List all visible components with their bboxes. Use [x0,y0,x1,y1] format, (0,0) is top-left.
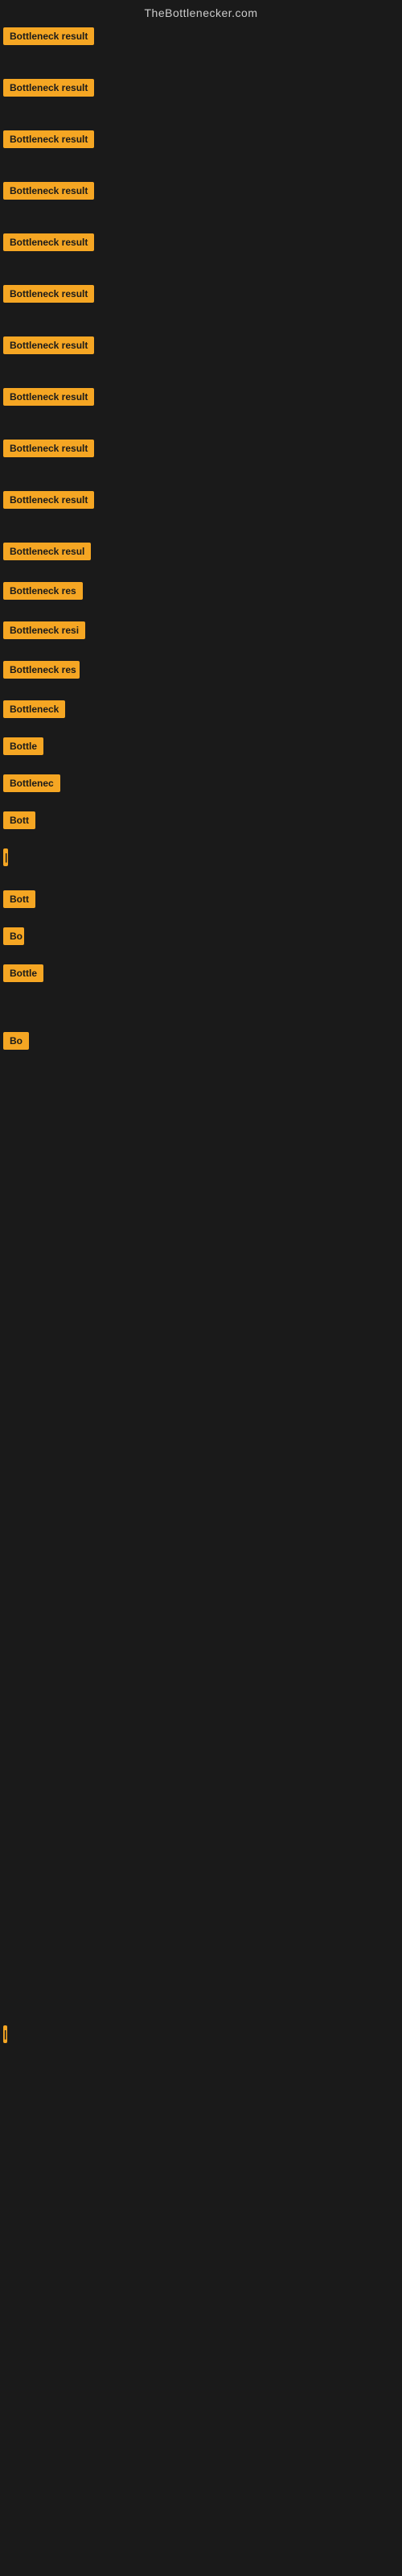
bottleneck-badge-9: Bottleneck result [3,440,94,457]
result-row-10: Bottleneck result [0,486,402,514]
bottleneck-badge-5: Bottleneck result [3,233,94,251]
bottleneck-badge-10: Bottleneck result [3,491,94,509]
bottleneck-badge-14: Bottleneck res [3,661,80,679]
result-row-24: | [0,2021,402,2048]
result-row-17: Bottlenec [0,770,402,797]
bottleneck-badge-20: Bott [3,890,35,908]
result-row-22: Bottle [0,960,402,987]
bottleneck-badge-8: Bottleneck result [3,388,94,406]
result-row-16: Bottle [0,733,402,760]
result-row-3: Bottleneck result [0,126,402,153]
bottleneck-badge-1: Bottleneck result [3,27,94,45]
bottleneck-badge-19: | [3,848,8,866]
blank-space [0,1055,402,2021]
result-row-14: Bottleneck res [0,656,402,683]
result-row-19: | [0,844,402,871]
bottleneck-badge-4: Bottleneck result [3,182,94,200]
result-row-1: Bottleneck result [0,23,402,50]
bottleneck-badge-7: Bottleneck result [3,336,94,354]
result-row-20: Bott [0,886,402,913]
bottleneck-badge-22: Bottle [3,964,43,982]
result-row-8: Bottleneck result [0,383,402,411]
result-row-12: Bottleneck res [0,577,402,605]
site-title: TheBottlenecker.com [0,0,402,23]
result-row-6: Bottleneck result [0,280,402,308]
bottleneck-badge-13: Bottleneck resi [3,621,85,639]
result-row-13: Bottleneck resi [0,617,402,644]
result-row-11: Bottleneck resul [0,538,402,565]
bottleneck-badge-15: Bottleneck [3,700,65,718]
result-row-7: Bottleneck result [0,332,402,359]
bottleneck-badge-23: Bo [3,1032,29,1050]
bottleneck-badge-3: Bottleneck result [3,130,94,148]
bottom-spacer [0,2048,402,2072]
result-row-21: Bo [0,923,402,950]
bottleneck-badge-17: Bottlenec [3,774,60,792]
bottleneck-badge-12: Bottleneck res [3,582,83,600]
bottleneck-badge-16: Bottle [3,737,43,755]
result-row-9: Bottleneck result [0,435,402,462]
result-row-15: Bottleneck [0,696,402,723]
result-row-4: Bottleneck result [0,177,402,204]
bottleneck-badge-6: Bottleneck result [3,285,94,303]
result-row-5: Bottleneck result [0,229,402,256]
bottleneck-badge-2: Bottleneck result [3,79,94,97]
bottleneck-badge-11: Bottleneck resul [3,543,91,560]
result-row-2: Bottleneck result [0,74,402,101]
result-row-23: Bo [0,1027,402,1055]
bottleneck-badge-21: Bo [3,927,24,945]
result-row-18: Bott [0,807,402,834]
bottleneck-badge-18: Bott [3,811,35,829]
bottleneck-badge-24: | [3,2025,7,2043]
